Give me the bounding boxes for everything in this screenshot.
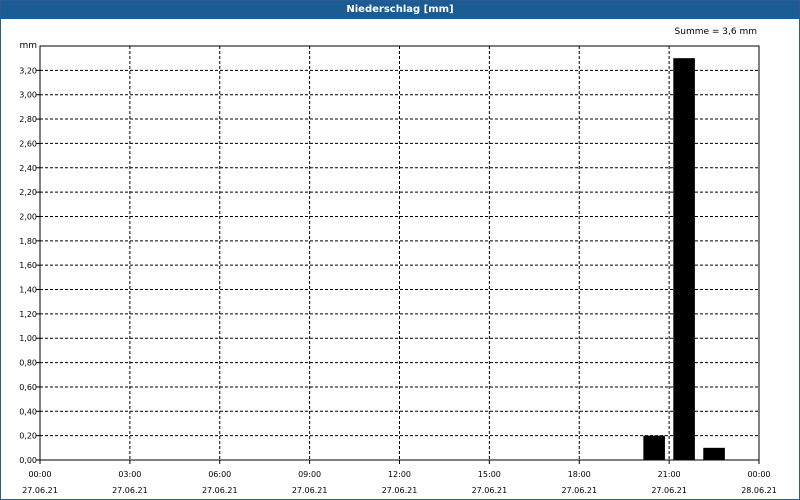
x-tick-time-label: 15:00 xyxy=(478,470,501,479)
y-tick-label: 3,20 xyxy=(19,66,37,75)
x-tick-time-label: 06:00 xyxy=(208,470,231,479)
y-tick-label: 1,00 xyxy=(19,334,37,343)
x-axis: 00:00 27.06.21 03:00 27.06.21 06:00 27.06.21 0… xyxy=(22,460,777,495)
precipitation-bar xyxy=(703,447,725,460)
y-tick-label: 2,20 xyxy=(19,188,37,197)
x-tick-date-label: 27.06.21 xyxy=(112,486,148,495)
y-tick-label: 0,20 xyxy=(19,432,37,441)
y-tick-label: 2,40 xyxy=(19,164,37,173)
x-tick-time-label: 03:00 xyxy=(118,470,141,479)
grid-lines xyxy=(40,45,759,460)
precipitation-bar xyxy=(643,435,665,460)
y-axis: 0,00 0,20 0,40 0,60 0,80 1,00 1,20 1,40 1,60 1,80… xyxy=(19,66,40,465)
y-tick-label: 1,20 xyxy=(19,310,37,319)
x-tick-date-label: 27.06.21 xyxy=(472,486,508,495)
x-tick-date-label: 28.06.21 xyxy=(741,486,777,495)
y-tick-label: 0,00 xyxy=(19,456,37,465)
sum-annotation: Summe = 3,6 mm xyxy=(675,27,757,37)
bars xyxy=(643,58,725,460)
y-tick-label: 2,00 xyxy=(19,212,37,221)
x-tick-time-label: 00:00 xyxy=(28,470,51,479)
y-tick-label: 2,60 xyxy=(19,139,37,148)
x-tick-time-label: 18:00 xyxy=(568,470,591,479)
x-tick-date-label: 27.06.21 xyxy=(22,486,58,495)
precipitation-bar xyxy=(673,58,695,460)
y-tick-label: 1,40 xyxy=(19,286,37,295)
x-tick-date-label: 27.06.21 xyxy=(651,486,687,495)
y-tick-label: 3,00 xyxy=(19,91,37,100)
y-tick-label: 1,80 xyxy=(19,237,37,246)
x-tick-time-label: 12:00 xyxy=(388,470,411,479)
x-tick-time-label: 09:00 xyxy=(298,470,321,479)
x-tick-date-label: 27.06.21 xyxy=(292,486,328,495)
y-tick-label: 0,60 xyxy=(19,383,37,392)
x-tick-date-label: 27.06.21 xyxy=(382,486,418,495)
x-tick-time-label: 00:00 xyxy=(747,470,770,479)
y-tick-label: 0,40 xyxy=(19,407,37,416)
x-tick-time-label: 21:00 xyxy=(658,470,681,479)
y-tick-label: 0,80 xyxy=(19,359,37,368)
precipitation-chart: 0,00 0,20 0,40 0,60 0,80 1,00 1,20 1,40 1,60 1,80… xyxy=(19,27,777,495)
x-tick-date-label: 27.06.21 xyxy=(202,486,238,495)
x-tick-date-label: 27.06.21 xyxy=(561,486,597,495)
y-axis-label: mm xyxy=(19,41,37,51)
y-tick-label: 1,60 xyxy=(19,261,37,270)
y-tick-label: 2,80 xyxy=(19,115,37,124)
